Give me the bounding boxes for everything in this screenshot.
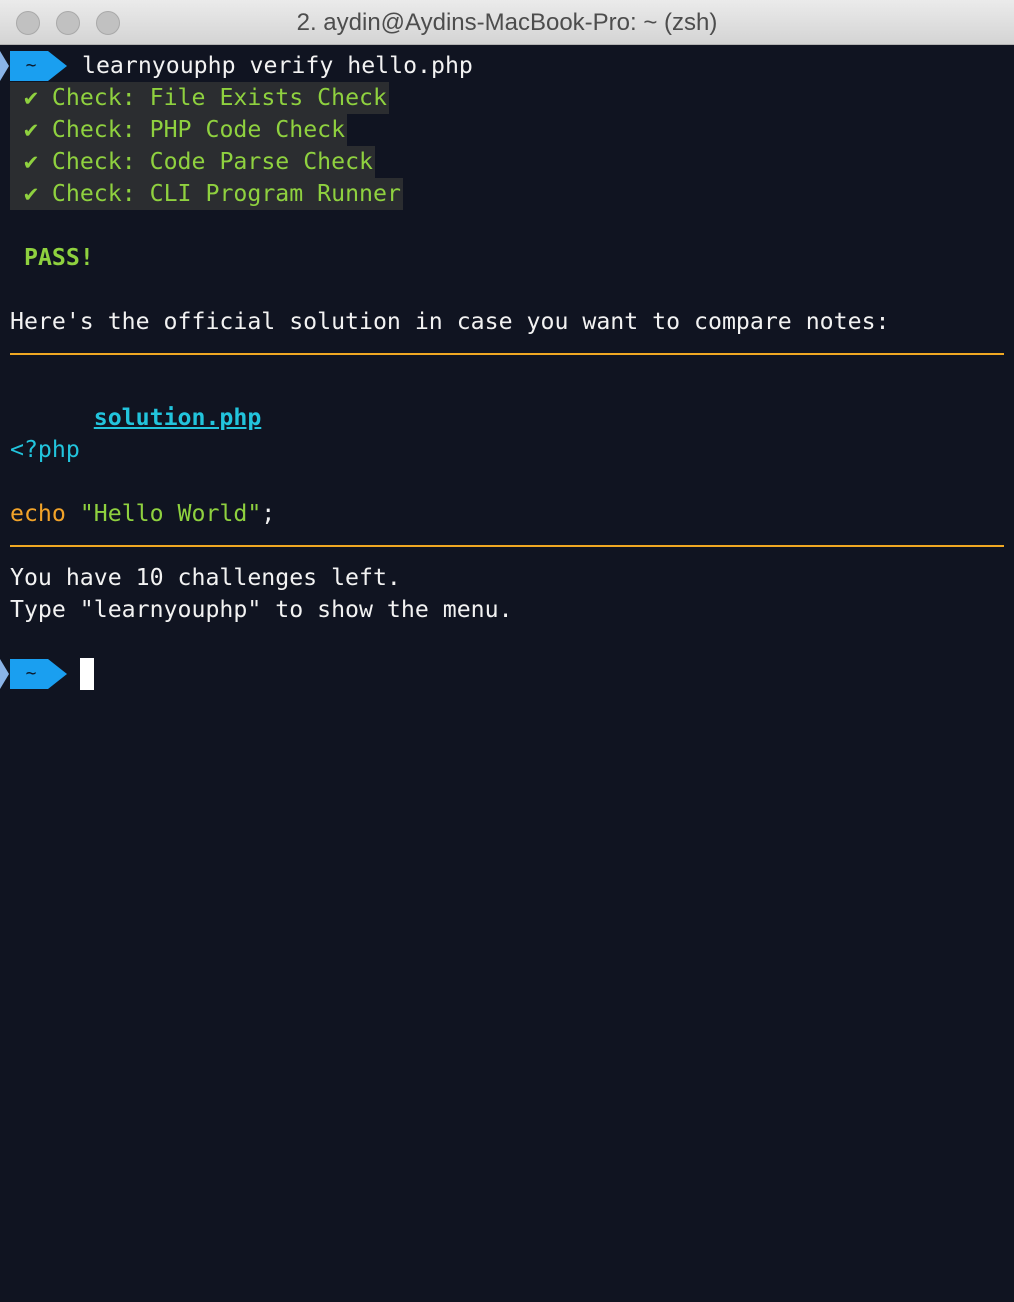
check-line: ✔ Check: CLI Program Runner (10, 178, 403, 210)
check-line: ✔ Check: PHP Code Check (10, 114, 348, 146)
menu-hint: Type "learnyouphp" to show the menu. (10, 596, 513, 623)
shell-prompt: ~ (0, 51, 68, 81)
prompt-directory: ~ (25, 55, 37, 76)
command-line: learnyouphp verify hello.php (82, 52, 473, 79)
code-keyword: echo (10, 500, 66, 527)
code-terminator: ; (261, 500, 276, 527)
window-title: 2. aydin@Aydins-MacBook-Pro: ~ (zsh) (296, 9, 718, 36)
check-line: ✔ Check: Code Parse Check (10, 146, 376, 178)
challenges-remaining: You have 10 challenges left. (10, 564, 401, 591)
check-line: ✔ Check: File Exists Check (10, 82, 389, 114)
terminal-output[interactable]: ~ learnyouphp verify hello.php ✔ Check: … (0, 46, 1014, 1302)
code-string: "Hello World" (79, 500, 262, 527)
title-bar[interactable]: 2. aydin@Aydins-MacBook-Pro: ~ (zsh) (0, 0, 1014, 45)
divider (10, 545, 1004, 547)
code-echo-line: echo "Hello World"; (10, 498, 275, 530)
prompt-directory: ~ (25, 663, 37, 684)
terminal-window: 2. aydin@Aydins-MacBook-Pro: ~ (zsh) ~ l… (0, 0, 1014, 1302)
divider (10, 353, 1004, 355)
code-open-tag: <?php (10, 436, 80, 463)
shell-prompt: ~ (0, 659, 68, 689)
text-cursor[interactable] (80, 658, 94, 690)
solution-filename-link[interactable]: solution.php (94, 404, 262, 431)
pass-status: PASS! (24, 244, 94, 271)
prompt-left-arrow-icon (0, 659, 9, 689)
prompt-left-arrow-icon (0, 51, 9, 81)
solution-intro: Here's the official solution in case you… (10, 308, 890, 335)
